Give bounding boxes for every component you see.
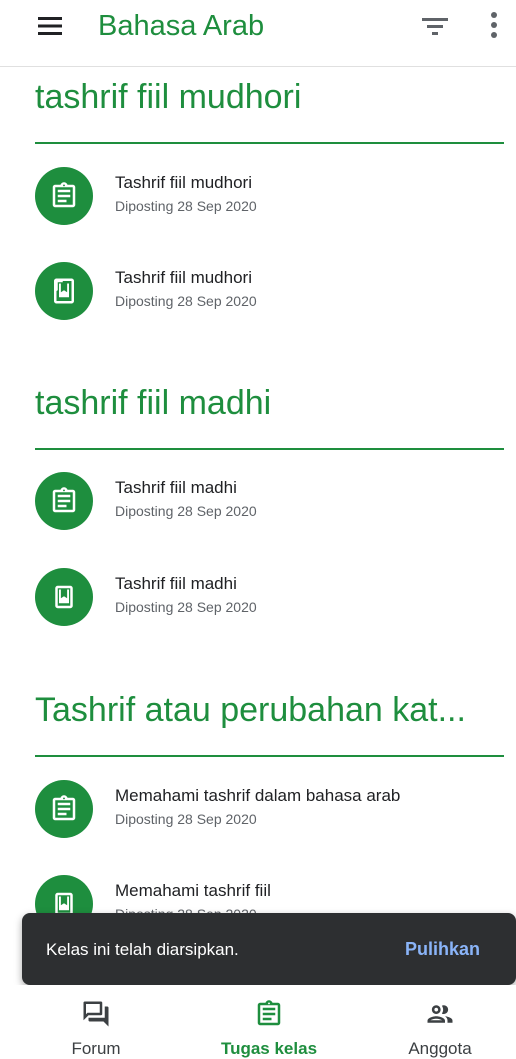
assignment-icon: [35, 780, 93, 838]
filter-icon[interactable]: [421, 14, 449, 38]
list-item[interactable]: Tashrif fiil mudhori Diposting 28 Sep 20…: [35, 167, 505, 231]
topic-divider: [35, 448, 504, 450]
topic-divider: [35, 142, 504, 144]
list-item[interactable]: Memahami tashrif fiil Diposting 28 Sep 2…: [35, 875, 505, 917]
topic-title: Tashrif atau perubahan kat...: [35, 691, 466, 729]
item-title: Tashrif fiil mudhori: [115, 173, 252, 192]
item-date: Diposting 28 Sep 2020: [115, 503, 257, 519]
item-date: Diposting 28 Sep 2020: [115, 599, 257, 615]
nav-label: Tugas kelas: [220, 1039, 318, 1058]
list-item[interactable]: Memahami tashrif dalam bahasa arab Dipos…: [35, 780, 505, 844]
topic-title: tashrif fiil mudhori: [35, 78, 302, 116]
material-book-icon: [35, 875, 93, 917]
people-icon: [427, 1005, 453, 1023]
page-title: Bahasa Arab: [98, 10, 265, 42]
list-item[interactable]: Tashrif fiil madhi Diposting 28 Sep 2020: [35, 568, 505, 632]
app-bar: Bahasa Arab: [0, 0, 516, 67]
more-vert-icon[interactable]: [484, 10, 504, 40]
assignment-icon: [257, 1000, 281, 1026]
nav-label: Anggota: [408, 1039, 472, 1058]
bottom-navigation: Forum Tugas kelas Anggota: [0, 985, 516, 1059]
nav-people[interactable]: Anggota: [354, 985, 516, 1059]
material-book-icon: [35, 568, 93, 626]
list-item[interactable]: Tashrif fiil mudhori Diposting 28 Sep 20…: [35, 262, 505, 326]
snackbar: Kelas ini telah diarsipkan. Pulihkan: [22, 913, 516, 985]
menu-icon[interactable]: [36, 14, 64, 38]
classwork-list: tashrif fiil mudhori Tashrif fiil mudhor…: [0, 67, 516, 917]
topic-divider: [35, 755, 504, 757]
item-date: Diposting 28 Sep 2020: [115, 811, 257, 827]
snackbar-message: Kelas ini telah diarsipkan.: [46, 940, 239, 959]
item-date: Diposting 28 Sep 2020: [115, 198, 257, 214]
topic-title: tashrif fiil madhi: [35, 384, 272, 422]
restore-button[interactable]: Pulihkan: [405, 939, 480, 960]
material-book-icon: [35, 262, 93, 320]
item-title: Tashrif fiil madhi: [115, 574, 237, 593]
item-title: Tashrif fiil madhi: [115, 478, 237, 497]
nav-forum[interactable]: Forum: [10, 985, 182, 1059]
item-title: Memahami tashrif fiil: [115, 881, 271, 900]
item-date: Diposting 28 Sep 2020: [115, 293, 257, 309]
item-title: Tashrif fiil mudhori: [115, 268, 252, 287]
forum-icon: [83, 1001, 109, 1027]
nav-classwork[interactable]: Tugas kelas: [183, 985, 355, 1059]
nav-label: Forum: [71, 1039, 121, 1058]
item-title: Memahami tashrif dalam bahasa arab: [115, 786, 401, 805]
assignment-icon: [35, 167, 93, 225]
assignment-icon: [35, 472, 93, 530]
list-item[interactable]: Tashrif fiil madhi Diposting 28 Sep 2020: [35, 472, 505, 536]
